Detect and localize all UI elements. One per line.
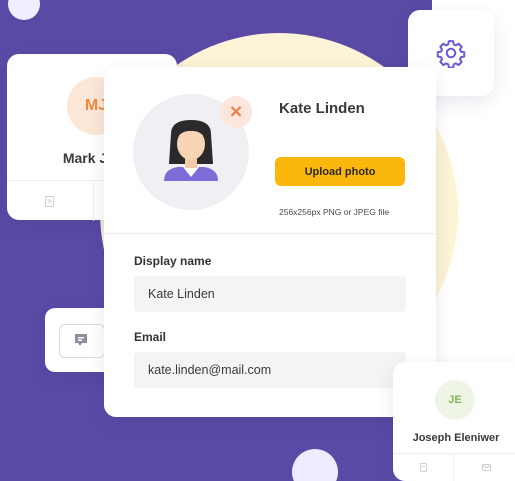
email-field[interactable]: kate.linden@mail.com: [134, 352, 406, 388]
remove-photo-button[interactable]: ×: [220, 96, 252, 128]
mail-icon[interactable]: [482, 464, 491, 471]
footer-divider: [93, 181, 94, 221]
email-label: Email: [134, 330, 167, 344]
user-card-joseph[interactable]: JE Joseph Eleniwer: [393, 362, 515, 481]
avatar: JE: [435, 380, 475, 420]
upload-hint: 256x256px PNG or JPEG file: [279, 207, 390, 217]
app-stage: MJ Mark Jor × Kate Linden Upload photo 2…: [0, 0, 515, 481]
chat-icon: [75, 334, 87, 346]
message-button[interactable]: [59, 324, 105, 358]
document-icon[interactable]: [420, 463, 427, 472]
display-name-label: Display name: [134, 254, 212, 268]
footer-divider: [453, 454, 454, 481]
user-name: Joseph Eleniwer: [412, 432, 500, 444]
document-icon[interactable]: [45, 196, 54, 207]
section-divider: [104, 233, 436, 234]
display-name-field[interactable]: Kate Linden: [134, 276, 406, 312]
profile-name: Kate Linden: [279, 100, 365, 117]
gear-icon[interactable]: [436, 38, 466, 68]
profile-edit-card: × Kate Linden Upload photo 256x256px PNG…: [104, 67, 436, 417]
card-footer: [393, 453, 515, 481]
upload-photo-button[interactable]: Upload photo: [275, 157, 405, 186]
